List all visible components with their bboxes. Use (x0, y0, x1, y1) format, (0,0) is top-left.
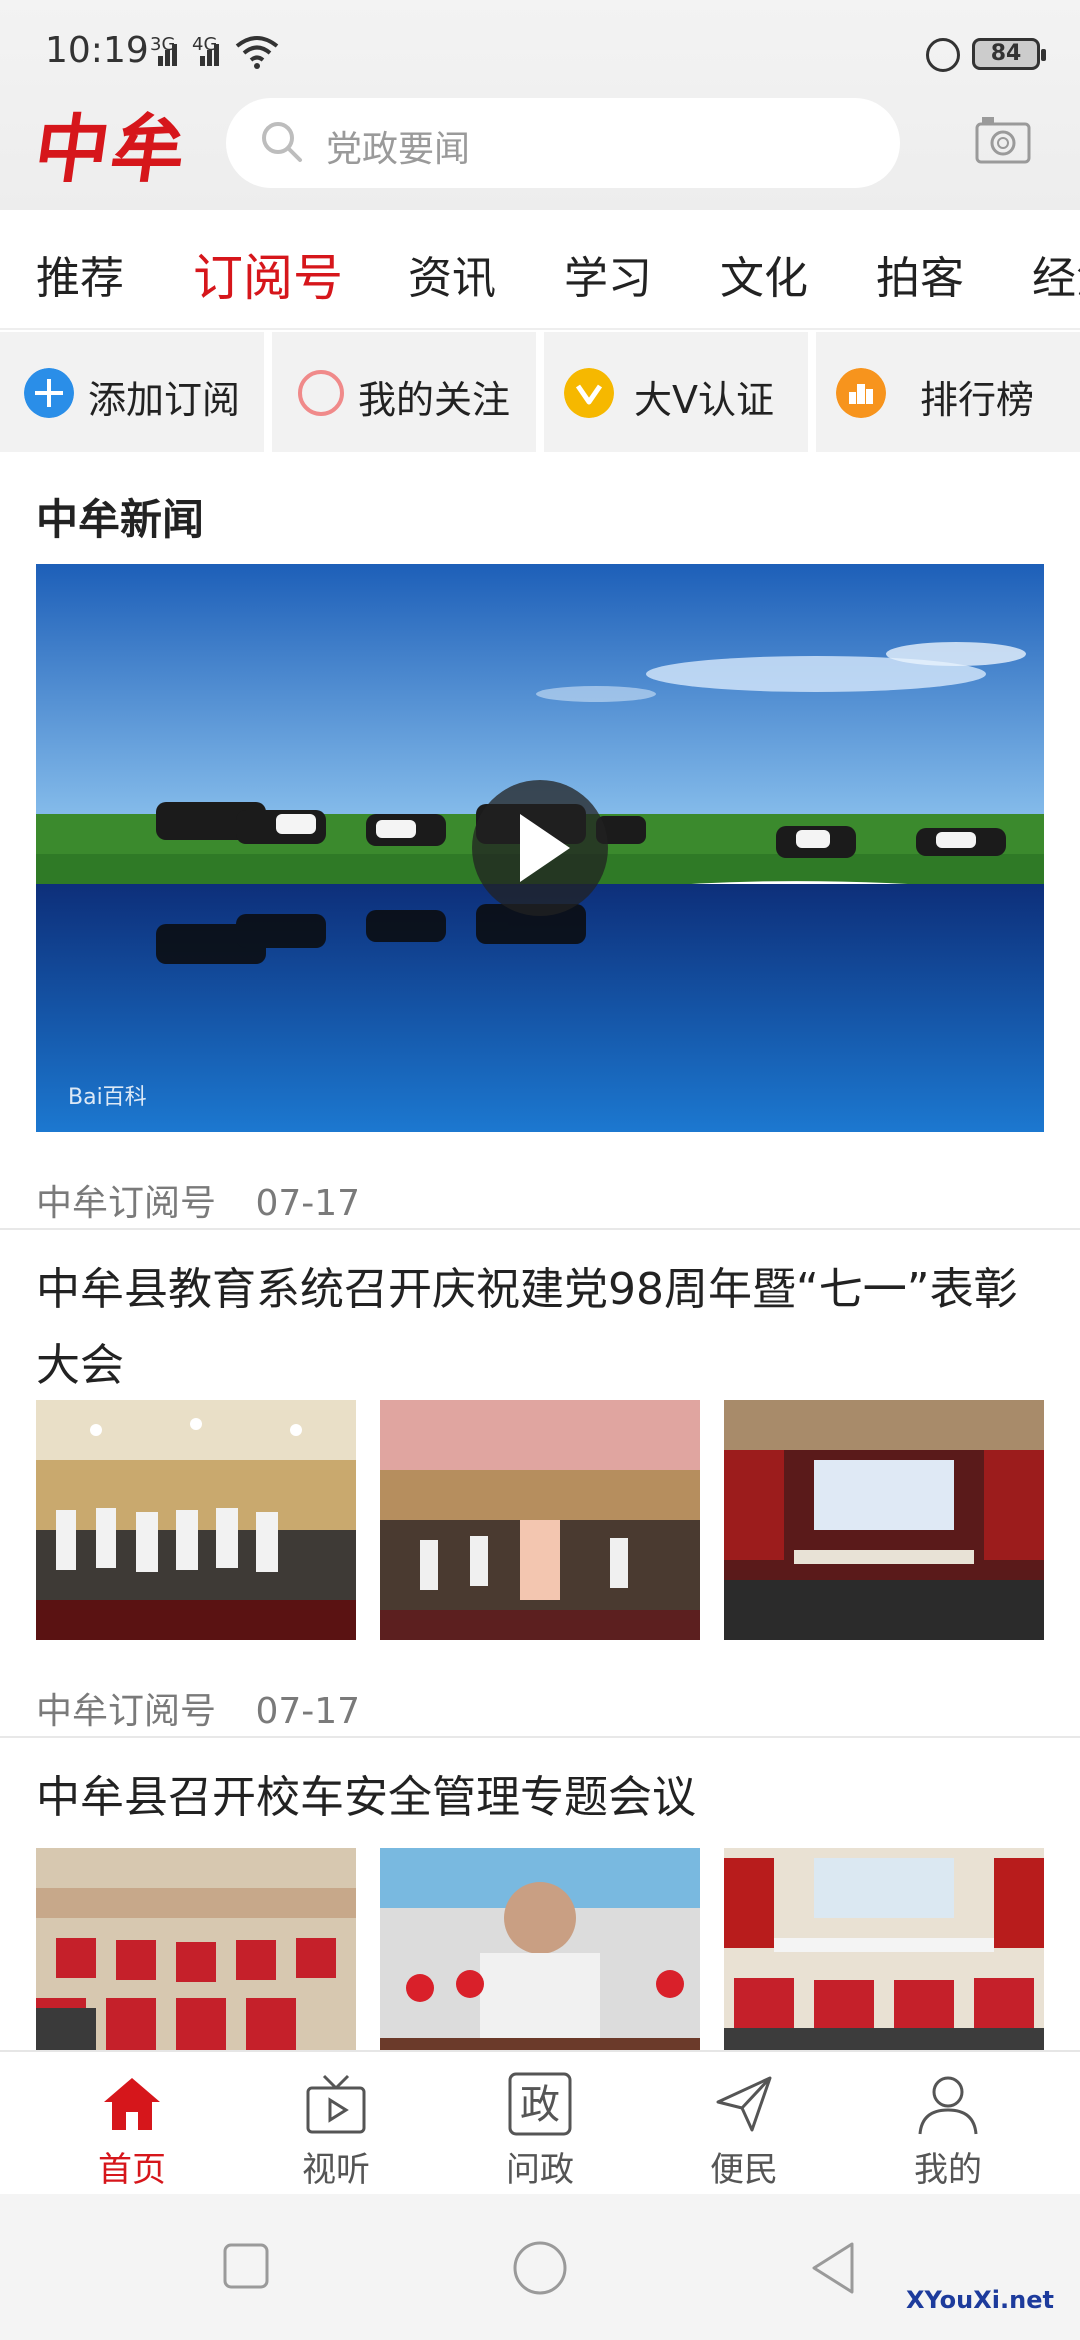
article-image[interactable] (36, 1848, 356, 2050)
search-bar[interactable]: 党政要闻 (226, 98, 900, 188)
nav-mine-label: 我的 (914, 2150, 982, 2190)
tv-icon (306, 2074, 366, 2134)
add-subscription-label: 添加订阅 (88, 378, 241, 422)
home-icon (104, 2078, 160, 2130)
article-source: 中牟订阅号 (36, 1691, 217, 1732)
ranking-button[interactable]: 排行榜 (816, 332, 1080, 452)
add-subscription-button[interactable]: 添加订阅 (0, 332, 264, 452)
signal-icon (150, 36, 180, 66)
subscription-actions: 添加订阅 我的关注 大V认证 排行榜 (0, 332, 1080, 452)
video-thumbnail: Bai百科 (36, 564, 1044, 1132)
nav-audio-video[interactable]: 视听 (276, 2066, 396, 2190)
status-bar: 10:19 3G 4G 84 (0, 0, 1080, 100)
app-screen: 10:19 3G 4G 84 中牟 党政要闻 推荐 订阅号 资讯 学习 文化 拍… (0, 0, 1080, 2340)
section-title: 中牟新闻 (36, 495, 205, 544)
news-feed: 中牟新闻 Bai百科 中牟订阅号 07-17 中牟县教育系统召开庆祝建党98周年… (0, 452, 1080, 2050)
tab-culture[interactable]: 文化 (720, 242, 808, 306)
tab-economy[interactable]: 经济 (1032, 242, 1080, 306)
article-meta: 中牟订阅号 07-17 (36, 1682, 360, 1734)
verified-v-label: 大V认证 (634, 378, 774, 422)
category-tabs: 推荐 订阅号 资讯 学习 文化 拍客 经济 (0, 210, 1080, 330)
video-watermark: Bai百科 (68, 1085, 147, 1110)
user-icon (918, 2076, 978, 2135)
article-title[interactable]: 中牟县教育系统召开庆祝建党98周年暨“七一”表彰大会 (36, 1252, 1044, 1404)
nav-inquiry-label: 问政 (506, 2150, 574, 2190)
verified-v-button[interactable]: 大V认证 (544, 332, 808, 452)
bottom-navigation: 首页 视听 政 问政 便民 我的 (0, 2050, 1080, 2194)
video-card[interactable]: Bai百科 (36, 564, 1044, 1132)
tab-recommend[interactable]: 推荐 (36, 242, 124, 306)
site-watermark: XYouXi.net (906, 2286, 1054, 2314)
nav-mine[interactable]: 我的 (888, 2066, 1008, 2190)
home-button-icon[interactable] (512, 2240, 568, 2296)
divider (0, 1736, 1080, 1738)
nav-inquiry[interactable]: 政 问政 (480, 2066, 600, 2190)
tab-subscription[interactable]: 订阅号 (193, 238, 343, 310)
ring-icon (298, 370, 344, 416)
system-navigation-bar (0, 2194, 1080, 2340)
zheng-glyph: 政 (520, 2082, 560, 2128)
article-image[interactable] (380, 1848, 700, 2050)
article-image[interactable] (724, 1848, 1044, 2050)
ranking-label: 排行榜 (920, 378, 1035, 422)
nav-home[interactable]: 首页 (72, 2066, 192, 2190)
video-source: 中牟订阅号 (36, 1183, 217, 1224)
rotation-lock-icon (926, 38, 960, 72)
ranking-icon (836, 368, 886, 418)
tab-news[interactable]: 资讯 (408, 242, 496, 306)
plus-circle-icon (24, 368, 74, 418)
article-date: 07-17 (255, 1691, 361, 1732)
article-image[interactable] (36, 1400, 356, 1640)
nav-audio-video-label: 视听 (302, 2150, 370, 2190)
signal-icon (192, 36, 222, 66)
back-icon[interactable] (808, 2240, 856, 2296)
zheng-icon: 政 (508, 2072, 572, 2136)
video-meta: 中牟订阅号 07-17 (36, 1174, 360, 1226)
nav-convenience[interactable]: 便民 (684, 2066, 804, 2190)
nav-home-label: 首页 (98, 2150, 166, 2190)
my-follow-label: 我的关注 (358, 378, 511, 422)
my-follow-button[interactable]: 我的关注 (272, 332, 536, 452)
recent-apps-icon[interactable] (222, 2242, 270, 2290)
search-icon (262, 122, 302, 162)
nav-convenience-label: 便民 (710, 2150, 778, 2190)
article-image[interactable] (724, 1400, 1044, 1640)
wifi-icon (235, 36, 279, 69)
tab-photo[interactable]: 拍客 (876, 242, 964, 306)
video-date: 07-17 (255, 1183, 361, 1224)
divider (0, 1228, 1080, 1230)
camera-icon[interactable] (974, 112, 1032, 168)
article-image[interactable] (380, 1400, 700, 1640)
search-placeholder: 党政要闻 (326, 129, 471, 170)
app-logo: 中牟 (29, 107, 194, 193)
battery-indicator: 84 (972, 38, 1046, 70)
v-badge-icon (564, 368, 614, 418)
article-title[interactable]: 中牟县召开校车安全管理专题会议 (36, 1760, 1044, 1836)
status-time: 10:19 (45, 30, 149, 71)
top-area: 10:19 3G 4G 84 中牟 党政要闻 (0, 0, 1080, 210)
paper-plane-icon (716, 2076, 772, 2132)
tab-study[interactable]: 学习 (564, 242, 652, 306)
